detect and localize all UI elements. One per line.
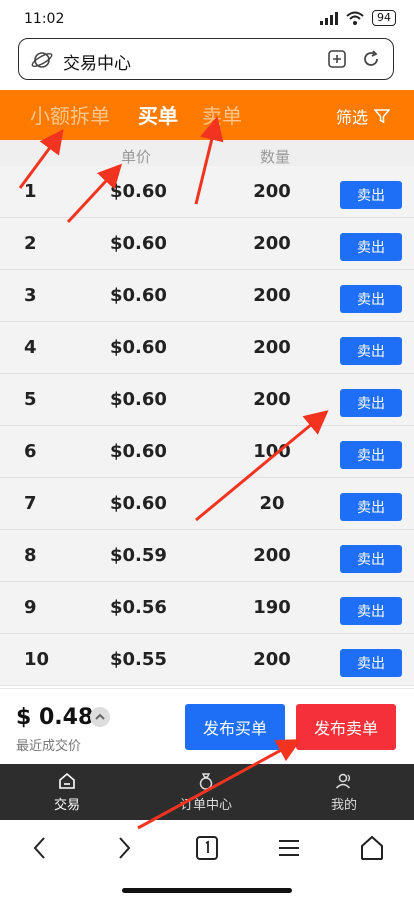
planet-icon [31,52,53,68]
tab-buy-orders[interactable]: 买单 [138,100,178,129]
header-quantity: 数量 [260,148,291,166]
row-index: 2 [24,233,37,254]
home-page-icon[interactable] [358,834,386,862]
sell-button[interactable]: 卖出 [340,545,402,573]
row-index: 4 [24,337,37,358]
row-price: $0.55 [110,649,167,670]
tab-sell-orders[interactable]: 卖单 [202,100,242,129]
sell-button[interactable]: 卖出 [340,493,402,521]
row-quantity: 200 [253,389,291,410]
row-quantity: 100 [253,441,291,462]
address-text[interactable]: 交易中心 [63,49,131,74]
row-quantity: 20 [259,493,285,514]
table-header: 单价 数量 [0,140,414,166]
row-index: 8 [24,545,37,566]
row-index: 6 [24,441,37,462]
sell-button[interactable]: 卖出 [340,597,402,625]
address-bar[interactable]: 交易中心 [18,38,394,80]
tabs-icon[interactable] [194,834,220,862]
row-index: 1 [24,181,37,202]
nav-trade[interactable]: 交易 [17,770,117,813]
row-price: $0.60 [110,181,167,202]
user-icon [335,773,351,789]
sell-button[interactable]: 卖出 [340,389,402,417]
publish-sell-button[interactable]: 发布卖单 [296,704,396,750]
row-quantity: 200 [253,233,291,254]
last-price-label: 最近成交价 [16,739,82,754]
row-price: $0.56 [110,597,167,618]
back-icon[interactable] [28,834,52,862]
row-quantity: 200 [253,545,291,566]
nav-mine-label: 我的 [330,798,357,813]
order-row: 1 $0.60 200 卖出 [0,166,414,218]
row-index: 7 [24,493,37,514]
row-price: $0.60 [110,233,167,254]
row-index: 10 [24,649,50,670]
row-quantity: 190 [253,597,291,618]
row-quantity: 200 [253,285,291,306]
nav-mine[interactable]: 我的 [294,770,394,813]
battery-indicator: 94 [372,10,396,26]
nav-orders[interactable]: 订单中心 [156,770,256,813]
row-price: $0.60 [110,337,167,358]
row-price: $0.59 [110,545,167,566]
order-row: 9 $0.56 190 卖出 [0,582,414,634]
order-row: 8 $0.59 200 卖出 [0,530,414,582]
row-index: 9 [24,597,37,618]
order-row: 7 $0.60 20 卖出 [0,478,414,530]
header-price: 单价 [121,148,152,166]
wifi-icon [346,11,364,25]
status-bar: 11:02 94 [0,0,414,36]
row-quantity: 200 [253,337,291,358]
home-icon [59,772,75,789]
order-row: 6 $0.60 100 卖出 [0,426,414,478]
money-bag-icon [199,773,213,790]
chevron-up-icon[interactable] [90,707,110,727]
row-price: $0.60 [110,389,167,410]
order-type-tabs: 小额拆单 买单 卖单 筛选 [0,90,414,140]
sell-button[interactable]: 卖出 [340,181,402,209]
row-quantity: 200 [253,649,291,670]
nav-trade-label: 交易 [53,798,80,813]
nav-orders-label: 订单中心 [179,798,232,813]
sell-button[interactable]: 卖出 [340,285,402,313]
bottom-action-bar: $ 0.48 最近成交价 发布买单 发布卖单 [0,688,414,764]
row-price: $0.60 [110,493,167,514]
row-index: 3 [24,285,37,306]
sell-button[interactable]: 卖出 [340,441,402,469]
order-row: 10 $0.55 200 卖出 [0,634,414,686]
order-row: 3 $0.60 200 卖出 [0,270,414,322]
publish-buy-button[interactable]: 发布买单 [185,704,285,750]
row-quantity: 200 [253,181,291,202]
row-price: $0.60 [110,441,167,462]
order-row: 2 $0.60 200 卖出 [0,218,414,270]
browser-nav-bar [0,820,414,901]
funnel-icon [374,109,390,124]
row-price: $0.60 [110,285,167,306]
sell-button[interactable]: 卖出 [340,233,402,261]
sell-button[interactable]: 卖出 [340,649,402,677]
menu-icon[interactable] [276,834,302,862]
filter-label: 筛选 [335,108,368,127]
forward-icon[interactable] [112,834,136,862]
order-row: 5 $0.60 200 卖出 [0,374,414,426]
order-list: 1 $0.60 200 卖出 2 $0.60 200 卖出 3 $0.60 200 卖出 4 $0.60 2… [0,166,414,686]
tab-small-split[interactable]: 小额拆单 [30,100,110,129]
last-price: $ 0.48 [16,705,94,730]
app-bottom-nav: 交易 订单中心 我的 [0,764,414,820]
home-indicator [122,888,292,893]
sell-button[interactable]: 卖出 [340,337,402,365]
signal-icon [320,11,338,25]
refresh-icon[interactable] [361,49,381,69]
status-icons: 94 [320,10,396,26]
order-row: 4 $0.60 200 卖出 [0,322,414,374]
add-bookmark-icon[interactable] [327,49,347,69]
filter-button[interactable]: 筛选 [336,104,390,128]
status-time: 11:02 [24,11,65,27]
row-index: 5 [24,389,37,410]
